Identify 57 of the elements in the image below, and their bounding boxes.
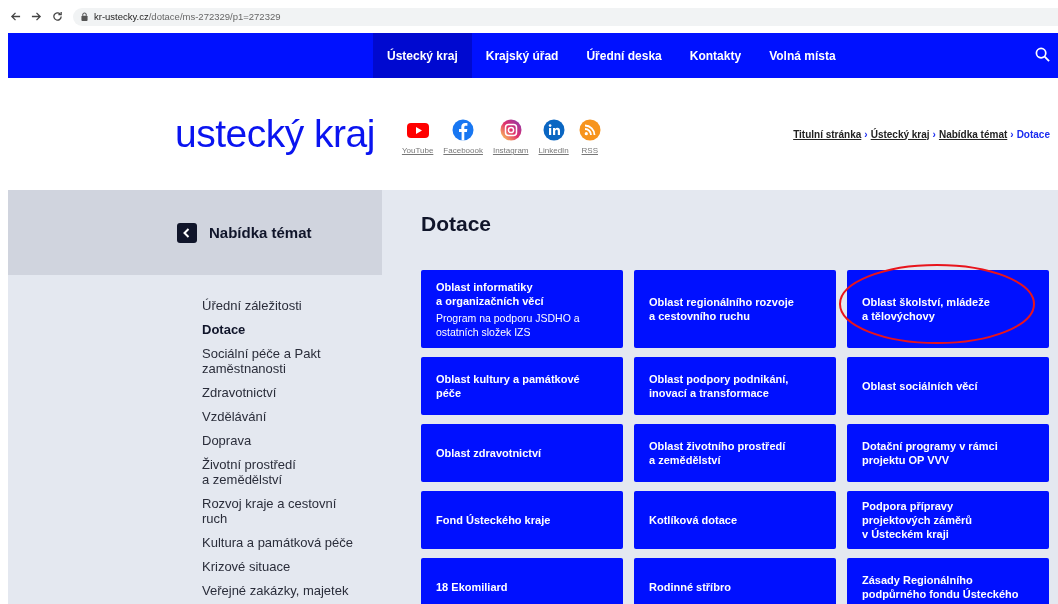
category-card[interactable]: Oblast zdravotnictví [421, 424, 623, 482]
category-card[interactable]: 18 Ekomiliard [421, 558, 623, 604]
sidebar-item[interactable]: Vzdělávání [202, 409, 382, 424]
instagram-icon[interactable] [499, 119, 522, 141]
sidebar-item[interactable]: Sociální péče a Pakt zaměstnanosti [202, 346, 382, 376]
category-card[interactable]: Oblast školství, mládeže a tělovýchovy [847, 270, 1049, 348]
category-card[interactable]: Podpora přípravy projektových záměrů v Ústeckém kraji [847, 491, 1049, 549]
nav-link[interactable]: Krajský úřad [471, 33, 573, 78]
site-logo[interactable]: ustecký kraj [175, 112, 375, 156]
breadcrumb-link[interactable]: Ústecký kraj [870, 128, 930, 140]
back-icon[interactable] [10, 11, 21, 22]
lock-icon [81, 12, 88, 21]
category-card[interactable]: Oblast regionálního rozvoje a cestovního ruchu [634, 270, 836, 348]
breadcrumb-link[interactable]: Titulní stránka [793, 128, 862, 140]
social-link[interactable]: RSS [581, 146, 598, 155]
sidebar-item[interactable]: Kultura a památková péče [202, 535, 382, 550]
social-link[interactable]: YouTube [401, 146, 434, 155]
category-card[interactable]: Fond Ústeckého kraje [421, 491, 623, 549]
nav-link[interactable]: Ústecký kraj [373, 33, 472, 78]
social-link[interactable]: Instagram [492, 146, 529, 155]
category-card[interactable]: Oblast podpory podnikání, inovací a transformace [634, 357, 836, 415]
sidebar-item[interactable]: Úřední záležitosti [202, 298, 382, 313]
social-link[interactable]: Faceboook [443, 146, 483, 155]
sidebar-item[interactable]: Doprava [202, 433, 382, 448]
nav-link[interactable]: Úřední deska [572, 33, 676, 78]
page-title: Dotace [421, 212, 493, 237]
forward-icon[interactable] [31, 11, 42, 22]
social-link[interactable]: LinkedIn [538, 146, 569, 155]
category-card[interactable]: Rodinné stříbro [634, 558, 836, 604]
breadcrumb-separator: › [864, 128, 868, 140]
reload-icon[interactable] [52, 11, 63, 22]
category-card[interactable]: Dotační programy v rámci projektu OP VVV [847, 424, 1049, 482]
address-bar[interactable]: kr-ustecky.cz/dotace/ms-272329/p1=272329 [73, 7, 1058, 26]
sidebar-item[interactable]: Veřejné zakázky, majetek [202, 583, 382, 598]
url-text: kr-ustecky.cz/dotace/ms-272329/p1=272329 [94, 11, 281, 22]
category-card[interactable]: Kotlíková dotace [634, 491, 836, 549]
sidebar-item[interactable]: Krizové situace [202, 559, 382, 574]
linkedin-icon[interactable] [542, 119, 565, 141]
category-card[interactable]: Zásady Regionálního podpůrného fondu Ústeckého [847, 558, 1049, 604]
nav-link[interactable]: Kontakty [675, 33, 756, 78]
nav-link[interactable]: Volná místa [755, 33, 850, 78]
breadcrumb-link[interactable]: Nabídka témat [938, 128, 1008, 140]
breadcrumb-separator: › [932, 128, 936, 140]
category-card[interactable]: Oblast kultury a památkové péče [421, 357, 623, 415]
search-icon[interactable] [1035, 47, 1050, 62]
category-card[interactable]: Oblast životního prostředí a zemědělství [634, 424, 836, 482]
category-card[interactable]: Oblast sociálních věcí [847, 357, 1049, 415]
sidebar-title: Nabídka témat [209, 224, 312, 241]
sidebar-item[interactable]: Dotace [202, 322, 382, 337]
back-button-icon[interactable] [177, 222, 197, 243]
sidebar-item[interactable]: Zdravotnictví [202, 385, 382, 400]
sidebar-item[interactable]: Rozvoj kraje a cestovní ruch [202, 496, 382, 526]
breadcrumb-separator: › [1010, 128, 1014, 140]
facebook-icon[interactable] [452, 119, 475, 141]
breadcrumb-link[interactable]: Dotace [1016, 128, 1050, 140]
category-card[interactable]: Oblast informatiky a organizačních věcí Program na podporu JSDHO a ostatních složek IZS [421, 270, 623, 348]
sidebar-item[interactable]: Životní prostředí a zemědělství [202, 457, 382, 487]
